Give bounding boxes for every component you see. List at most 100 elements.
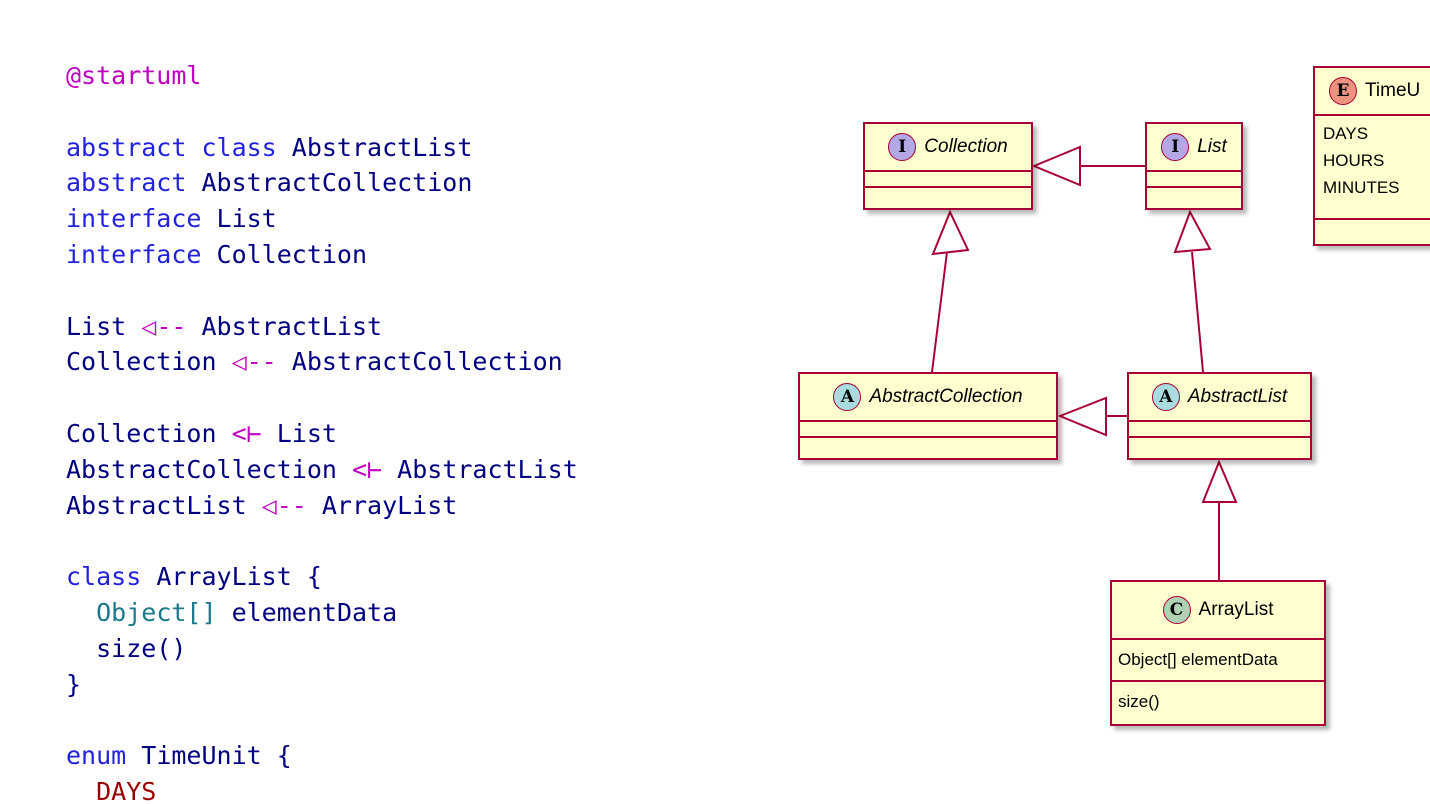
code-token: AbstractCollection — [66, 454, 352, 484]
code-token: interface — [66, 239, 217, 269]
enum-value: HOURS — [1323, 151, 1385, 170]
uml-class-collection-methods — [865, 188, 1031, 204]
uml-class-list[interactable]: I List — [1145, 122, 1243, 210]
uml-class-abstractlist[interactable]: A AbstractList — [1127, 372, 1312, 460]
code-token: DAYS — [96, 776, 157, 804]
code-token: <⊢ — [231, 418, 262, 448]
code-token: AbstractList — [291, 132, 473, 162]
abstract-stereotype-icon: A — [833, 383, 862, 411]
code-token: AbstractList — [66, 490, 262, 520]
code-token: abstract class — [66, 132, 292, 162]
uml-class-abstractlist-methods — [1129, 438, 1310, 454]
code-token: ArrayList — [156, 562, 307, 592]
uml-class-collection[interactable]: I Collection — [863, 122, 1033, 210]
plantuml-editor-preview: @startuml abstract class AbstractList abs… — [0, 0, 1430, 804]
uml-class-abstractlist-fields — [1129, 422, 1310, 438]
code-token: interface — [66, 204, 217, 234]
uml-class-abstractcollection-name: AbstractCollection — [869, 386, 1023, 407]
code-line: interface Collection — [66, 237, 766, 273]
uml-class-abstractlist-name: AbstractList — [1187, 386, 1288, 407]
code-token: <⊢ — [351, 454, 383, 484]
code-line: DAYS — [66, 774, 766, 804]
code-token: List — [216, 204, 277, 234]
code-line: enum TimeUnit { — [66, 738, 766, 774]
code-token: enum — [66, 741, 142, 771]
code-line: abstract AbstractCollection — [66, 165, 766, 201]
code-token: Collection — [66, 347, 232, 377]
code-token: AbstractList — [186, 311, 383, 341]
plantuml-source-code[interactable]: @startuml abstract class AbstractList abs… — [66, 58, 766, 804]
uml-class-abstractcollection-methods — [800, 438, 1056, 454]
uml-class-abstractcollection-header: A AbstractCollection — [800, 374, 1056, 422]
uml-class-collection-header: I Collection — [865, 124, 1031, 172]
interface-stereotype-icon: I — [888, 133, 917, 161]
enum-stereotype-icon: E — [1329, 77, 1357, 105]
code-line: AbstractCollection <⊢ AbstractList — [66, 452, 766, 488]
uml-class-list-methods — [1147, 188, 1241, 204]
uml-class-arraylist-header: C ArrayList — [1112, 582, 1324, 640]
uml-class-abstractlist-header: A AbstractList — [1129, 374, 1310, 422]
code-token: size() — [66, 633, 187, 663]
relation-abstractcollection-collection-arrowhead — [931, 209, 970, 256]
uml-class-arraylist[interactable]: C ArrayList Object[] elementData size() — [1110, 580, 1326, 726]
code-token: AbstractCollection — [201, 168, 473, 198]
relation-abstractlist-list-line — [1191, 251, 1204, 373]
uml-enum-timeunit-header: E TimeU — [1315, 68, 1430, 116]
uml-enum-timeunit[interactable]: E TimeU DAYS HOURS MINUTES — [1313, 66, 1430, 246]
enum-value: MINUTES — [1323, 178, 1400, 197]
interface-stereotype-icon: I — [1161, 133, 1190, 161]
uml-class-list-name: List — [1197, 136, 1227, 157]
code-line: size() — [66, 631, 766, 667]
code-token: { — [306, 562, 322, 592]
uml-class-arraylist-methods: size() — [1112, 682, 1324, 724]
uml-class-list-header: I List — [1147, 124, 1241, 172]
relation-abstractlist-list-arrowhead — [1173, 209, 1212, 254]
code-token: TimeUnit — [141, 741, 277, 771]
uml-class-arraylist-name: ArrayList — [1198, 599, 1274, 620]
code-token: @startuml — [66, 61, 202, 90]
uml-enum-timeunit-values: DAYS HOURS MINUTES — [1315, 116, 1430, 220]
code-token: Collection — [66, 418, 232, 448]
relation-arraylist-abstractlist-arrowhead — [1201, 459, 1238, 503]
uml-enum-timeunit-name: TimeU — [1365, 80, 1421, 101]
relation-abstractcollection-collection-line — [931, 251, 948, 373]
uml-class-list-fields — [1147, 172, 1241, 188]
code-token: AbstractList — [382, 454, 578, 484]
code-token: AbstractCollection — [276, 347, 563, 377]
code-line: Collection <⊢ List — [66, 416, 766, 452]
code-token: abstract — [66, 168, 202, 198]
code-line: abstract class AbstractList — [66, 130, 766, 166]
code-line: class ArrayList { — [66, 559, 766, 595]
code-token: } — [66, 669, 82, 699]
uml-class-arraylist-fields: Object[] elementData — [1112, 640, 1324, 682]
code-line: @startuml — [66, 58, 766, 94]
code-token: List — [261, 418, 337, 448]
uml-enum-timeunit-methods — [1315, 220, 1430, 236]
class-stereotype-icon: C — [1162, 596, 1191, 624]
code-line: AbstractList ◁-- ArrayList — [66, 488, 766, 524]
abstract-stereotype-icon: A — [1151, 383, 1180, 411]
code-token: Object[] — [96, 597, 217, 627]
uml-class-collection-fields — [865, 172, 1031, 188]
code-token: class — [66, 562, 157, 592]
code-line: Object[] elementData — [66, 595, 766, 631]
code-token: ◁-- — [231, 347, 277, 377]
code-line: List ◁-- AbstractList — [66, 309, 766, 345]
code-line: Collection ◁-- AbstractCollection — [66, 344, 766, 380]
code-token: { — [276, 741, 292, 771]
code-token: ArrayList — [306, 490, 458, 520]
enum-value: DAYS — [1323, 124, 1369, 143]
uml-class-abstractcollection[interactable]: A AbstractCollection — [798, 372, 1058, 460]
field-row: Object[] elementData — [1118, 650, 1278, 669]
code-token: Collection — [216, 239, 368, 269]
code-token: ◁-- — [141, 311, 187, 341]
method-row: size() — [1118, 692, 1160, 711]
relation-list-collection-arrowhead — [1031, 145, 1081, 187]
uml-class-collection-name: Collection — [924, 136, 1008, 157]
